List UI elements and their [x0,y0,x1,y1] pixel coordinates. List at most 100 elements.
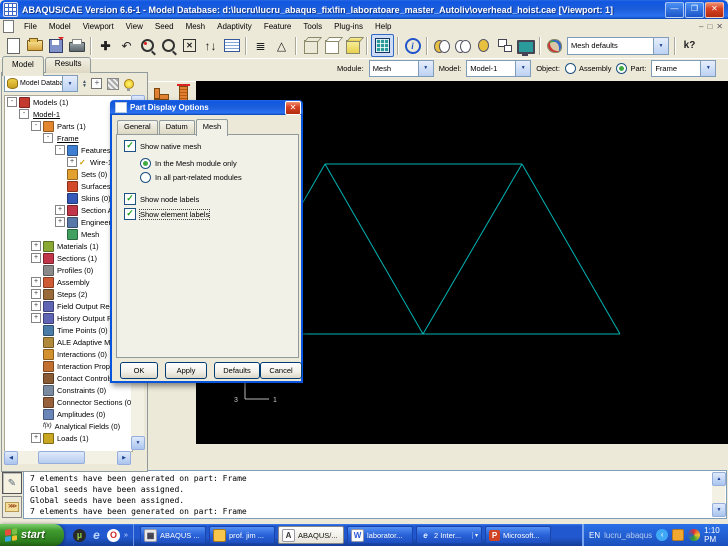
scroll-up-icon[interactable]: ▲ [712,472,726,486]
tree-expander-icon[interactable] [31,241,41,251]
message-area-button[interactable]: ✎ [2,472,22,494]
tray-app-icon[interactable] [672,529,684,541]
color-code-button[interactable] [544,35,565,56]
checkbox-checked-icon[interactable] [124,140,136,152]
start-button[interactable]: start [0,524,64,546]
scroll-down-icon[interactable]: ▼ [131,436,145,450]
chevron-down-icon[interactable]: ▼ [62,76,77,91]
zoom-box-button[interactable] [158,35,179,56]
tree-spin-buttons[interactable]: ▲▼ [82,80,87,88]
checkbox-checked-icon[interactable] [124,208,136,220]
chevron-down-icon[interactable]: ▼ [653,38,668,54]
restore-button[interactable]: ❐ [685,2,704,18]
tree-expander-icon[interactable] [31,277,41,287]
tree-horizontal-scrollbar[interactable]: ◀ ▶ [4,451,131,464]
contour-pair-white-button[interactable] [452,35,473,56]
wireframe-render-button[interactable] [300,35,321,56]
context-help-button[interactable]: k? [679,35,700,56]
mdi-minimize-button[interactable]: – [699,22,703,31]
save-button[interactable] [45,35,66,56]
opera-icon[interactable]: O [107,529,120,542]
tree-expander-icon[interactable] [31,433,41,443]
radio-icon[interactable] [565,63,576,74]
tab-mesh[interactable]: Mesh [196,119,228,136]
close-button[interactable]: ✕ [705,2,724,18]
tray-collapse-icon[interactable]: ‹ [656,529,668,541]
scroll-left-icon[interactable]: ◀ [4,451,18,465]
task-button[interactable]: W laborator... [347,526,413,544]
menu-item[interactable]: Viewport [77,22,120,31]
menu-item[interactable]: File [18,22,43,31]
magnify-view-button[interactable] [137,35,158,56]
dialog-close-button[interactable]: ✕ [285,101,301,115]
task-dropdown-arrow[interactable]: ▾ [472,532,478,539]
menu-item[interactable]: Mesh [180,22,212,31]
contour-pair-button[interactable] [431,35,452,56]
task-button[interactable]: prof. jim ... [209,526,275,544]
mesh-module-only-radio[interactable]: In the Mesh module only [140,158,237,169]
tree-expander-icon[interactable] [31,301,41,311]
all-modules-radio[interactable]: In all part-related modules [140,172,242,183]
render-stack-button[interactable]: ≣ [250,35,271,56]
dialog-title-bar[interactable]: Part Display Options ✕ [110,100,303,115]
quick-launch-overflow[interactable]: » [124,532,128,539]
cancel-button[interactable]: Cancel [260,362,302,379]
chevron-down-icon[interactable]: ▼ [515,61,530,76]
radio-icon[interactable] [140,172,151,183]
scrollbar-thumb[interactable] [38,451,85,464]
language-indicator[interactable]: EN [589,531,600,540]
single-contour-button[interactable] [473,35,494,56]
tree-expander-icon[interactable] [19,109,29,119]
tab-general[interactable]: General [117,120,158,134]
mdi-close-button[interactable]: ✕ [716,22,723,31]
mesh-display-button[interactable] [371,34,394,57]
utorrent-icon[interactable]: µ [73,529,86,542]
print-button[interactable] [66,35,87,56]
module-combo[interactable]: Mesh ▼ [369,60,434,77]
tree-expander-icon[interactable] [31,313,41,323]
color-code-combo[interactable]: Mesh defaults ▼ [567,37,669,55]
tree-expander-icon[interactable] [55,205,65,215]
menu-item[interactable]: Feature [258,22,298,31]
tree-tips-button[interactable] [123,78,135,90]
views-toolbox-button[interactable] [221,35,242,56]
message-scrollbar[interactable]: ▲ ▼ [712,472,725,517]
new-file-button[interactable] [3,35,24,56]
menu-item[interactable]: Help [369,22,397,31]
tree-expander-icon[interactable] [67,157,77,167]
show-element-labels-row[interactable]: Show element labels [124,208,209,220]
tab-datum[interactable]: Datum [159,120,195,134]
menu-item[interactable]: View [120,22,149,31]
scroll-right-icon[interactable]: ▶ [117,451,131,465]
tree-item[interactable]: Amplitudes (0) [5,408,132,420]
radio-selected-icon[interactable] [140,158,151,169]
chevron-down-icon[interactable]: ▼ [700,61,715,76]
defaults-button[interactable]: Defaults [214,362,260,379]
model-combo[interactable]: Model-1 ▼ [466,60,531,77]
tree-item[interactable]: Constraints (0) [5,384,132,396]
tree-expander-icon[interactable] [55,217,65,227]
menu-item[interactable]: Tools [297,22,328,31]
task-button[interactable]: ▦ ABAQUS ... [140,526,206,544]
model-database-combo[interactable]: Model Database ▼ [4,75,78,92]
tree-expander-icon[interactable] [31,121,41,131]
tree-item[interactable]: Connector Sections (0) [5,396,132,408]
tab-model[interactable]: Model [2,56,44,76]
task-button[interactable]: P Microsoft... [485,526,551,544]
mdi-restore-button[interactable]: □ [707,22,712,31]
task-button[interactable]: A ABAQUS/... [278,526,344,544]
render-beam-button[interactable]: △ [271,35,292,56]
tree-expander-icon[interactable] [31,289,41,299]
auto-fit-button[interactable]: ✕ [179,35,200,56]
menu-item[interactable]: Model [43,22,77,31]
ok-button[interactable]: OK [120,362,158,379]
tree-item[interactable]: Loads (1) [5,432,132,444]
viewport-tile-button[interactable] [494,35,515,56]
chevron-down-icon[interactable]: ▼ [418,61,433,76]
tree-item[interactable]: Analytical Fields (0) [5,420,132,432]
radio-selected-icon[interactable] [616,63,627,74]
show-native-mesh-row[interactable]: Show native mesh [124,140,201,152]
query-info-button[interactable]: i [402,35,423,56]
message-area[interactable]: 7 elements have been generated on part: … [23,470,727,519]
shaded-render-button[interactable] [342,35,363,56]
